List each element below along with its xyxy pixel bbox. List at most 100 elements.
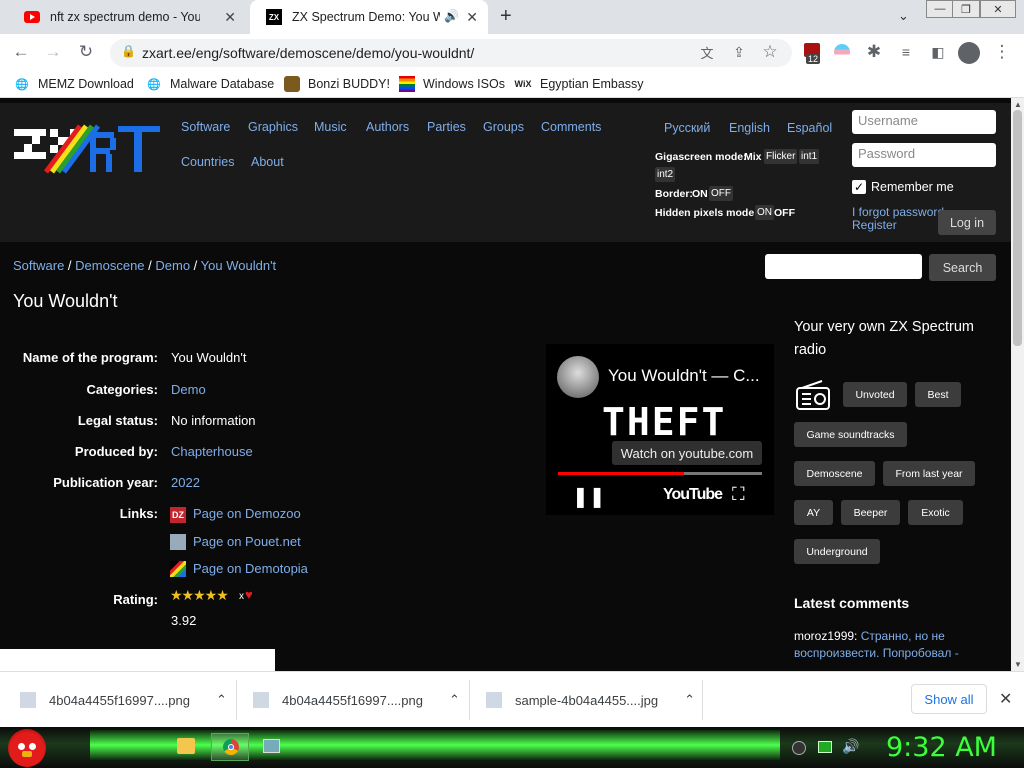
hidden-on[interactable]: ON	[755, 205, 774, 220]
side-panel-icon[interactable]: ◧	[926, 41, 950, 63]
year-link[interactable]: 2022	[171, 475, 200, 490]
bookmark-malware[interactable]: 🌐 Malware Database	[146, 76, 274, 92]
file-explorer-icon[interactable]	[177, 738, 195, 754]
download-item-3[interactable]: sample-4b04a4455....jpg ⌃	[486, 692, 695, 708]
giga-int1[interactable]: int1	[799, 149, 820, 164]
extensions-puzzle-icon[interactable]: ✱	[862, 41, 886, 63]
tab-search-chevron-icon[interactable]: ⌄	[898, 8, 909, 24]
bookmark-star-icon[interactable]: ☆	[758, 41, 782, 63]
hidden-off[interactable]: OFF	[774, 207, 795, 219]
restore-icon[interactable]: ❐	[952, 0, 980, 18]
translate-icon[interactable]: 文	[695, 41, 719, 63]
close-tab-icon[interactable]: ✕	[466, 9, 478, 26]
bookmark-memz[interactable]: 🌐 MEMZ Download	[14, 76, 134, 92]
fullscreen-icon[interactable]: ⛶	[732, 484, 745, 505]
comment-user[interactable]: moroz1999:	[794, 629, 857, 643]
window-app-icon[interactable]	[263, 739, 280, 753]
heart-icon[interactable]: ♥	[245, 587, 253, 602]
lang-english[interactable]: English	[729, 121, 770, 135]
lang-russian[interactable]: Русский	[664, 121, 710, 135]
radio-game-soundtracks[interactable]: Game soundtracks	[794, 422, 907, 447]
share-icon[interactable]: ⇪	[727, 41, 751, 63]
demozoo-link[interactable]: Page on Demozoo	[193, 506, 301, 521]
lang-spanish[interactable]: Español	[787, 121, 832, 135]
bookmark-windows-isos[interactable]: Windows ISOs	[399, 76, 505, 92]
back-icon[interactable]: ←	[9, 41, 33, 63]
radio-unvoted[interactable]: Unvoted	[843, 382, 907, 407]
download-item-2[interactable]: 4b04a4455f16997....png ⌃	[253, 692, 460, 708]
radio-icon[interactable]	[796, 380, 830, 410]
nav-parties[interactable]: Parties	[427, 120, 466, 134]
chrome-taskbar-button[interactable]	[211, 733, 249, 761]
remember-checkbox[interactable]: ✓	[852, 180, 866, 194]
video-progress-track[interactable]	[558, 472, 762, 475]
tab-zxart[interactable]: ZX ZX Spectrum Demo: You Wo 🔊 ✕	[250, 0, 488, 34]
tray-circle-icon[interactable]	[792, 741, 806, 755]
breadcrumb-demoscene[interactable]: Demoscene	[75, 258, 144, 273]
search-input[interactable]	[765, 254, 922, 279]
nav-comments[interactable]: Comments	[541, 120, 601, 134]
lock-icon[interactable]: 🔒	[121, 44, 136, 58]
nav-countries[interactable]: Countries	[181, 155, 235, 169]
nav-graphics[interactable]: Graphics	[248, 120, 298, 134]
show-all-button[interactable]: Show all	[911, 684, 987, 714]
forward-icon[interactable]: →	[41, 41, 65, 63]
login-button[interactable]: Log in	[938, 210, 996, 235]
watch-on-youtube[interactable]: Watch on youtube.com	[612, 441, 762, 465]
url-text[interactable]: zxart.ee/eng/software/demoscene/demo/you…	[142, 45, 474, 61]
scroll-thumb[interactable]	[1013, 110, 1022, 346]
volume-icon[interactable]: 🔊	[842, 738, 859, 755]
taskbar-clock[interactable]: 9:32 AM	[886, 732, 997, 763]
nav-authors[interactable]: Authors	[366, 120, 409, 134]
close-window-icon[interactable]: ✕	[980, 0, 1016, 18]
border-off[interactable]: OFF	[709, 186, 733, 201]
scroll-down-icon[interactable]: ▼	[1014, 660, 1022, 669]
video-title[interactable]: You Wouldn't — C...	[608, 366, 760, 386]
nav-software[interactable]: Software	[181, 120, 230, 134]
comment-preview[interactable]: moroz1999: Странно, но не воспроизвести.…	[794, 628, 994, 671]
scroll-up-icon[interactable]: ▲	[1014, 100, 1022, 109]
bookmark-bonzi[interactable]: Bonzi BUDDY!	[284, 76, 390, 92]
new-tab-icon[interactable]: +	[500, 5, 512, 28]
minimize-icon[interactable]: —	[926, 0, 954, 18]
radio-beeper[interactable]: Beeper	[841, 500, 900, 525]
extension2-icon[interactable]	[834, 44, 850, 60]
radio-best[interactable]: Best	[915, 382, 961, 407]
profile-avatar[interactable]	[958, 42, 980, 64]
rating-stars[interactable]: ★★★★★	[170, 587, 229, 604]
nav-music[interactable]: Music	[314, 120, 347, 134]
password-input[interactable]: Password	[852, 143, 996, 167]
breadcrumb-current[interactable]: You Wouldn't	[201, 258, 277, 273]
username-input[interactable]: Username	[852, 110, 996, 134]
nav-groups[interactable]: Groups	[483, 120, 524, 134]
demotopia-link[interactable]: Page on Demotopia	[193, 561, 308, 576]
tab-youtube[interactable]: nft zx spectrum demo - YouTube ✕	[8, 0, 246, 34]
chevron-up-icon[interactable]: ⌃	[216, 692, 227, 708]
chevron-up-icon[interactable]: ⌃	[684, 692, 695, 708]
forgot-password-link[interactable]: I forgot password	[852, 205, 944, 219]
nav-about[interactable]: About	[251, 155, 284, 169]
breadcrumb-software[interactable]: Software	[13, 258, 64, 273]
giga-mix[interactable]: Mix	[744, 151, 762, 163]
giga-int2[interactable]: int2	[655, 167, 676, 182]
chevron-up-icon[interactable]: ⌃	[449, 692, 460, 708]
radio-from-last-year[interactable]: From last year	[883, 461, 975, 486]
border-on[interactable]: ON	[692, 188, 708, 200]
radio-underground[interactable]: Underground	[794, 539, 880, 564]
channel-avatar[interactable]	[557, 356, 599, 398]
bookmark-egypt[interactable]: WiX Egyptian Embassy	[514, 76, 644, 92]
producer-link[interactable]: Chapterhouse	[171, 444, 253, 459]
network-icon[interactable]	[818, 741, 832, 753]
breadcrumb-demo[interactable]: Demo	[155, 258, 190, 273]
download-item-1[interactable]: 4b04a4455f16997....png ⌃	[20, 692, 227, 708]
close-download-bar-icon[interactable]: ✕	[999, 689, 1012, 709]
speaker-icon[interactable]: 🔊	[444, 9, 459, 23]
media-icon[interactable]: ≡	[894, 41, 918, 63]
pause-icon[interactable]: ❚❚	[572, 484, 606, 509]
radio-exotic[interactable]: Exotic	[908, 500, 963, 525]
pouet-link[interactable]: Page on Pouet.net	[193, 534, 301, 549]
reload-icon[interactable]: ↻	[74, 41, 98, 63]
page-scrollbar[interactable]: ▲ ▼	[1011, 98, 1024, 671]
youtube-embed[interactable]: You Wouldn't — C... THEFT Watch on youtu…	[546, 344, 774, 515]
zxart-logo[interactable]	[12, 124, 162, 174]
